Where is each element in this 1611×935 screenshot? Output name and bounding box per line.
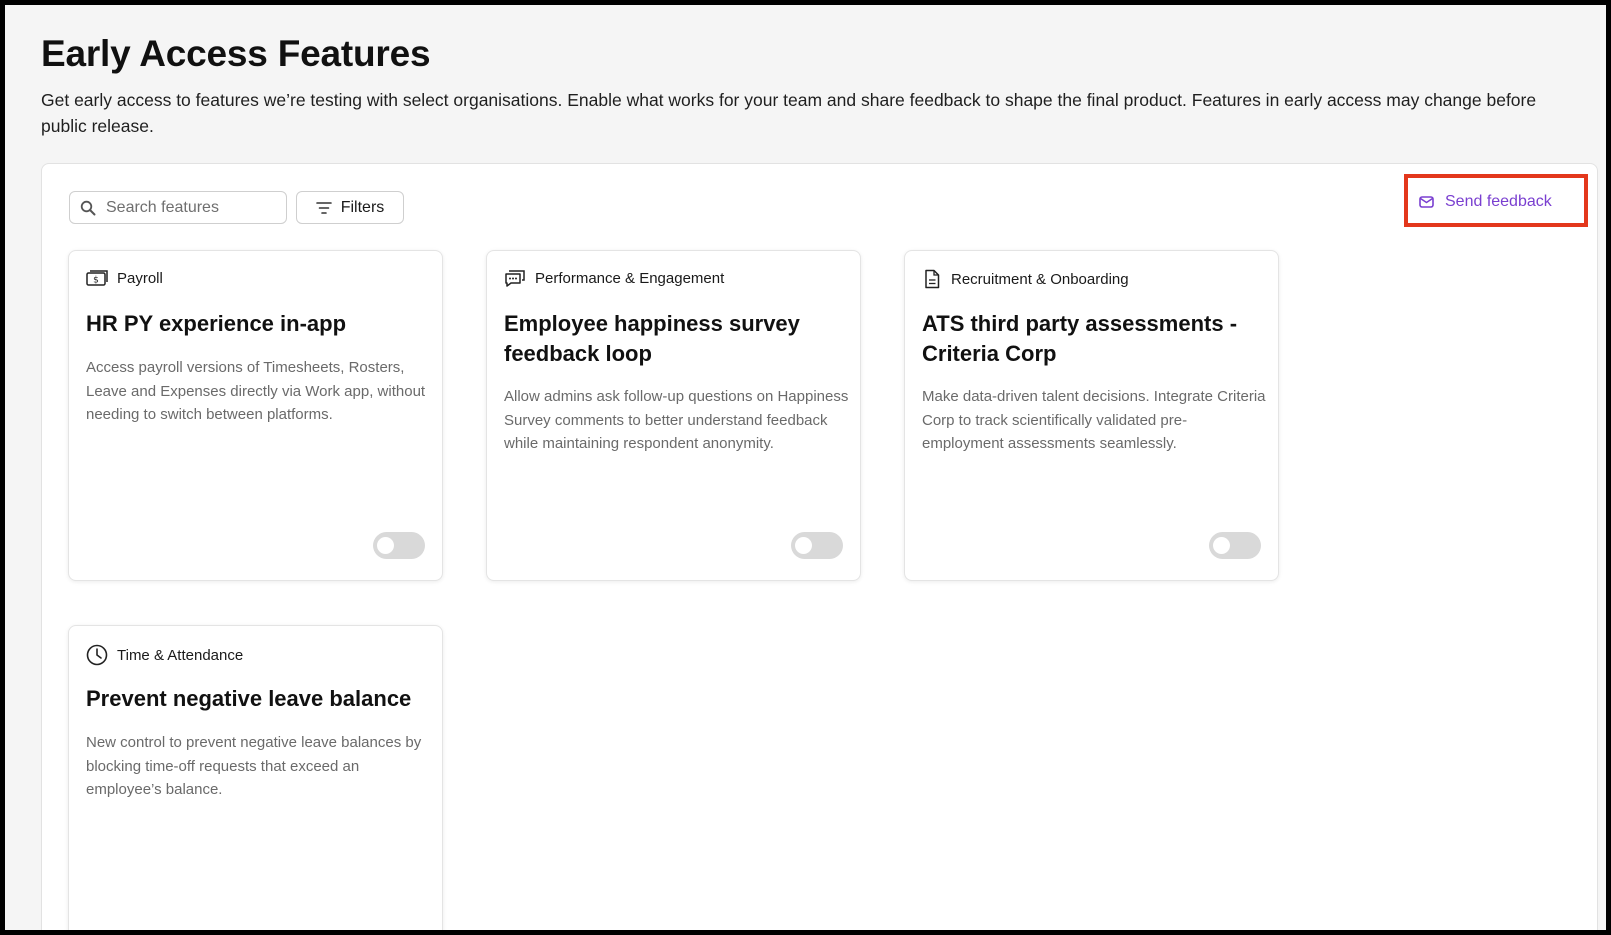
card-title: ATS third party assessments - Criteria C… bbox=[922, 311, 1238, 366]
toggle-knob bbox=[795, 537, 812, 554]
card-category-label: Recruitment & Onboarding bbox=[951, 270, 1129, 288]
card-title: Employee happiness survey feedback loop bbox=[504, 311, 800, 366]
card-description: Make data-driven talent decisions. Integ… bbox=[922, 388, 1266, 452]
feature-card-criteria-corp: Recruitment & Onboarding ATS third party… bbox=[904, 250, 1279, 581]
features-panel: Filters Send feedback $ Payroll HR PY ex… bbox=[41, 163, 1598, 930]
card-description: Access payroll versions of Timesheets, R… bbox=[86, 359, 426, 423]
card-title: Prevent negative leave balance bbox=[86, 686, 412, 711]
card-category: Recruitment & Onboarding bbox=[922, 269, 1129, 289]
card-category: Time & Attendance bbox=[86, 644, 243, 666]
feature-card-hr-py: $ Payroll HR PY experience in-app Access… bbox=[68, 250, 443, 581]
page-title: Early Access Features bbox=[41, 33, 431, 74]
card-category-label: Payroll bbox=[117, 269, 163, 287]
card-category: Performance & Engagement bbox=[504, 269, 724, 287]
filter-icon bbox=[315, 201, 332, 214]
feature-toggle[interactable] bbox=[373, 532, 425, 559]
card-category-label: Performance & Engagement bbox=[535, 269, 725, 287]
search-input[interactable] bbox=[104, 197, 278, 218]
card-category-label: Time & Attendance bbox=[117, 646, 244, 664]
money-icon: $ bbox=[86, 270, 108, 286]
filters-button[interactable]: Filters bbox=[296, 191, 404, 224]
feature-card-happiness-survey: Performance & Engagement Employee happin… bbox=[486, 250, 861, 581]
send-feedback-highlight bbox=[1404, 174, 1588, 227]
card-description: Allow admins ask follow-up questions on … bbox=[504, 388, 849, 452]
feature-card-negative-leave: Time & Attendance Prevent negative leave… bbox=[68, 625, 443, 930]
svg-text:$: $ bbox=[93, 276, 99, 286]
card-description: New control to prevent negative leave ba… bbox=[86, 734, 422, 798]
search-icon bbox=[80, 200, 96, 215]
clock-icon bbox=[86, 644, 108, 666]
toggle-knob bbox=[1213, 537, 1230, 554]
feature-toggle[interactable] bbox=[1209, 532, 1261, 559]
chat-bubbles-icon bbox=[505, 270, 525, 287]
card-category: $ Payroll bbox=[86, 269, 163, 287]
card-title: HR PY experience in-app bbox=[86, 311, 347, 336]
document-icon bbox=[925, 269, 940, 289]
page-description: Get early access to features we’re testi… bbox=[41, 90, 1537, 136]
filters-label: Filters bbox=[340, 198, 385, 216]
toggle-knob bbox=[377, 537, 394, 554]
app-window: Early Access Features Get early access t… bbox=[5, 5, 1606, 930]
feature-toggle[interactable] bbox=[791, 532, 843, 559]
search-box[interactable] bbox=[69, 191, 287, 224]
